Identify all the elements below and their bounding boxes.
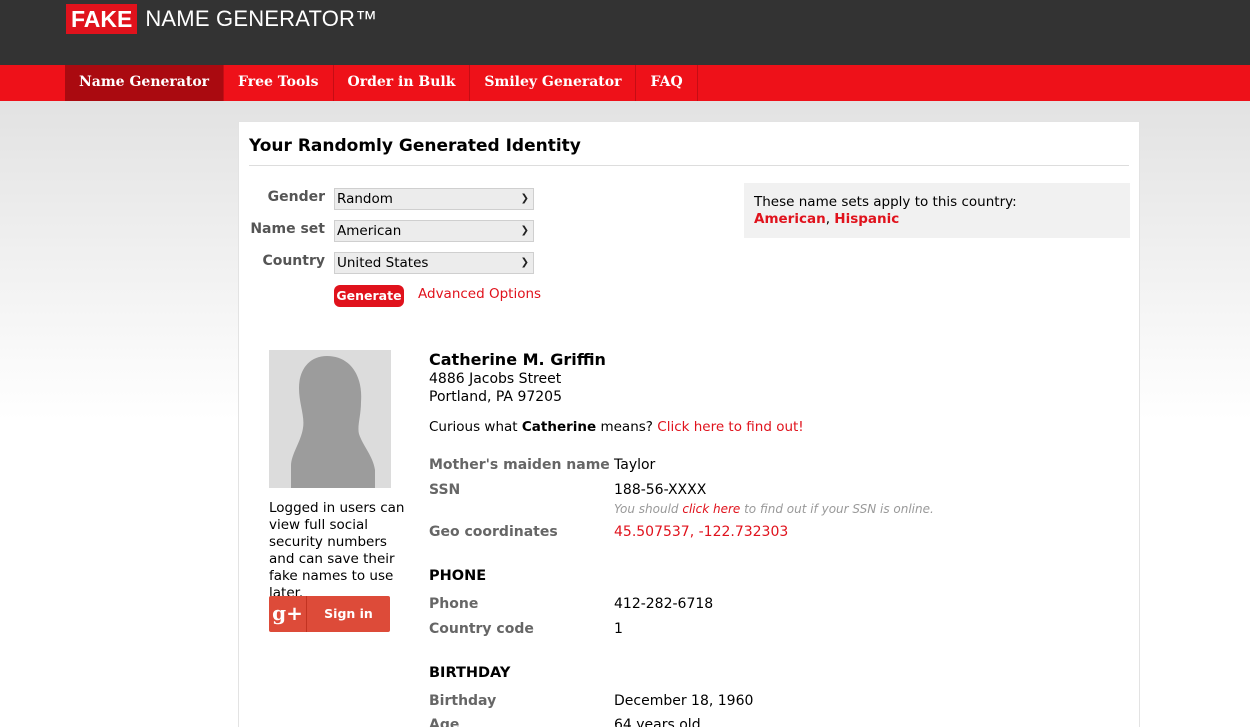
gender-select-value: Random	[337, 191, 393, 207]
page-title: Your Randomly Generated Identity	[249, 136, 581, 156]
gender-select[interactable]: Random ❯	[334, 188, 534, 210]
geo-coordinates-link[interactable]: 45.507537, -122.732303	[614, 524, 788, 540]
country-label: Country	[262, 253, 325, 269]
chevron-down-icon: ❯	[520, 193, 529, 204]
gender-label: Gender	[267, 189, 325, 205]
phone-heading: PHONE	[429, 568, 487, 584]
namesets-box: These name sets apply to this country: A…	[744, 183, 1130, 238]
nav-order-in-bulk[interactable]: Order in Bulk	[334, 65, 471, 101]
logo-text: NAME GENERATOR™	[145, 6, 378, 31]
top-header: FAKE NAME GENERATOR™	[0, 0, 1250, 65]
nav-free-tools[interactable]: Free Tools	[224, 65, 334, 101]
google-plus-icon: g+	[269, 596, 307, 632]
nav-smiley-generator[interactable]: Smiley Generator	[470, 65, 637, 101]
ssn-note: You should click here to find out if you…	[614, 502, 934, 516]
country-code-label: Country code	[429, 621, 534, 637]
nameset-link-hispanic[interactable]: Hispanic	[834, 211, 899, 227]
mmn-label: Mother's maiden name	[429, 457, 610, 473]
login-info-text: Logged in users can view full social sec…	[269, 500, 405, 601]
nameset-select[interactable]: American ❯	[334, 220, 534, 242]
person-silhouette-icon	[269, 350, 391, 488]
ssn-check-link[interactable]: click here	[682, 502, 740, 516]
birthday-value: December 18, 1960	[614, 693, 754, 709]
ssn-note-suffix: to find out if your SSN is online.	[740, 502, 934, 516]
birthday-heading: BIRTHDAY	[429, 665, 511, 681]
nameset-link-american[interactable]: American	[754, 211, 826, 227]
advanced-options-link[interactable]: Advanced Options	[418, 286, 541, 302]
nav-faq[interactable]: FAQ	[636, 65, 698, 101]
title-divider	[249, 165, 1129, 166]
geo-label: Geo coordinates	[429, 524, 558, 540]
birthday-label: Birthday	[429, 693, 497, 709]
signin-label: Sign in	[324, 606, 373, 621]
main-nav: Name Generator Free Tools Order in Bulk …	[65, 65, 698, 101]
phone-label: Phone	[429, 596, 479, 612]
nameset-separator: ,	[825, 211, 835, 227]
ssn-value: 188-56-XXXX	[614, 482, 707, 498]
identity-panel: Your Randomly Generated Identity Gender …	[238, 121, 1140, 727]
namesets-intro: These name sets apply to this country:	[754, 194, 1017, 210]
address-city: Portland, PA 97205	[429, 389, 562, 405]
identity-name: Catherine M. Griffin	[429, 350, 606, 369]
ssn-label: SSN	[429, 482, 461, 498]
country-code-value: 1	[614, 621, 623, 637]
avatar	[269, 350, 391, 488]
mmn-value: Taylor	[614, 457, 656, 473]
curious-suffix: means?	[596, 419, 658, 435]
name-meaning-line: Curious what Catherine means? Click here…	[429, 419, 804, 435]
age-label: Age	[429, 717, 460, 727]
ssn-note-prefix: You should	[614, 502, 683, 516]
site-logo[interactable]: FAKE NAME GENERATOR™	[66, 4, 377, 34]
nav-name-generator[interactable]: Name Generator	[65, 65, 225, 101]
first-name: Catherine	[521, 419, 597, 435]
chevron-down-icon: ❯	[520, 257, 529, 268]
phone-value: 412-282-6718	[614, 596, 714, 612]
chevron-down-icon: ❯	[520, 225, 529, 236]
logo-badge: FAKE	[66, 4, 138, 34]
name-meaning-link[interactable]: Click here to find out!	[657, 419, 803, 435]
country-select[interactable]: United States ❯	[334, 252, 534, 274]
main-nav-bar: Name Generator Free Tools Order in Bulk …	[0, 65, 1250, 101]
nameset-label: Name set	[250, 221, 325, 237]
country-select-value: United States	[337, 255, 429, 271]
nameset-select-value: American	[337, 223, 402, 239]
age-value: 64 years old	[614, 717, 701, 727]
curious-prefix: Curious what	[429, 419, 522, 435]
generate-button[interactable]: Generate	[334, 285, 404, 307]
google-signin-button[interactable]: g+ Sign in	[269, 596, 390, 632]
address-street: 4886 Jacobs Street	[429, 371, 562, 387]
